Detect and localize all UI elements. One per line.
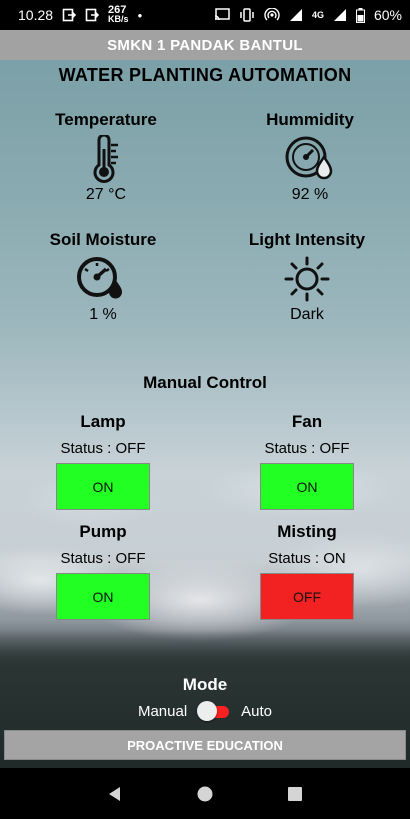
- sensor-temperature: Temperature 27 °C: [16, 110, 196, 204]
- home-button[interactable]: [193, 782, 217, 806]
- device-name: Pump: [79, 522, 127, 541]
- mode-selector: Manual Auto: [0, 701, 410, 721]
- thermometer-icon: [16, 134, 196, 184]
- navigation-bar: [0, 768, 410, 819]
- status-bar-left: 10.28 267 KB/s •: [18, 5, 143, 24]
- app-notification-icon: [62, 8, 77, 22]
- device-name: Lamp: [80, 412, 126, 431]
- vibrate-icon: [240, 8, 254, 22]
- clock: 10.28: [18, 7, 54, 23]
- status-bar: 10.28 267 KB/s • 4G 60%: [0, 0, 410, 30]
- pump-toggle-button[interactable]: ON: [56, 573, 150, 620]
- mode-auto-label: Auto: [241, 702, 273, 720]
- soil-moisture-gauge-icon: [13, 254, 193, 304]
- cast-icon: [214, 8, 230, 21]
- device-status: Status : OFF: [60, 440, 146, 457]
- net-speed: 267 KB/s: [108, 5, 129, 24]
- home-circle-icon: [197, 786, 213, 801]
- recents-square-icon: [288, 786, 302, 801]
- fan-toggle-button[interactable]: ON: [260, 463, 354, 510]
- sensor-light-intensity: Light Intensity Dark: [217, 230, 397, 324]
- status-bar-right: 4G 60%: [214, 7, 402, 23]
- misting-toggle-button[interactable]: OFF: [260, 573, 354, 620]
- switch-thumb: [197, 701, 218, 721]
- sensor-label: Light Intensity: [248, 230, 366, 249]
- mode-toggle-switch[interactable]: [197, 701, 231, 721]
- more-notifications-icon: •: [137, 7, 143, 23]
- battery-level: 60%: [373, 7, 402, 23]
- device-status: Status : OFF: [264, 440, 350, 457]
- mode-manual-label: Manual: [137, 702, 188, 720]
- footer-bar: PROACTIVE EDUCATION: [4, 730, 406, 760]
- sensor-label: Hummidity: [266, 110, 354, 129]
- sensor-value: 27 °C: [85, 186, 127, 203]
- sensor-label: Temperature: [55, 110, 157, 129]
- humidity-gauge-icon: [220, 134, 400, 184]
- battery-icon: [355, 7, 365, 23]
- back-button[interactable]: [103, 782, 127, 806]
- device-fan: Fan Status : OFF ON: [212, 412, 402, 510]
- network-type: 4G: [311, 10, 324, 20]
- lamp-toggle-button[interactable]: ON: [56, 463, 150, 510]
- device-name: Misting: [277, 522, 337, 541]
- sensor-value: Dark: [290, 306, 324, 323]
- net-speed-unit: KB/s: [108, 14, 129, 24]
- app-header: SMKN 1 PANDAK BANTUL: [0, 30, 410, 60]
- device-name: Fan: [291, 412, 323, 431]
- device-status: Status : ON: [268, 550, 346, 567]
- device-status: Status : OFF: [60, 550, 146, 567]
- page-title: WATER PLANTING AUTOMATION: [58, 65, 352, 85]
- sensor-soil-moisture: Soil Moisture 1 %: [13, 230, 193, 324]
- hotspot-icon: [264, 8, 280, 21]
- sensor-value: 1 %: [89, 306, 117, 323]
- recents-button[interactable]: [283, 782, 307, 806]
- sun-icon: [217, 254, 397, 304]
- signal-icon: [289, 9, 302, 21]
- device-pump: Pump Status : OFF ON: [8, 522, 198, 620]
- device-misting: Misting Status : ON OFF: [212, 522, 402, 620]
- back-triangle-icon: [109, 786, 120, 801]
- signal-icon-2: [333, 9, 346, 21]
- app-notification-icon-2: [85, 8, 100, 22]
- sensor-label: Soil Moisture: [49, 230, 157, 249]
- mode-title: Mode: [182, 675, 228, 694]
- app-screen: SMKN 1 PANDAK BANTUL WATER PLANTING AUTO…: [0, 30, 410, 768]
- sensor-value: 92 %: [291, 186, 329, 203]
- sensor-humidity: Hummidity 92 %: [220, 110, 400, 204]
- manual-control-title: Manual Control: [143, 373, 267, 392]
- device-lamp: Lamp Status : OFF ON: [8, 412, 198, 510]
